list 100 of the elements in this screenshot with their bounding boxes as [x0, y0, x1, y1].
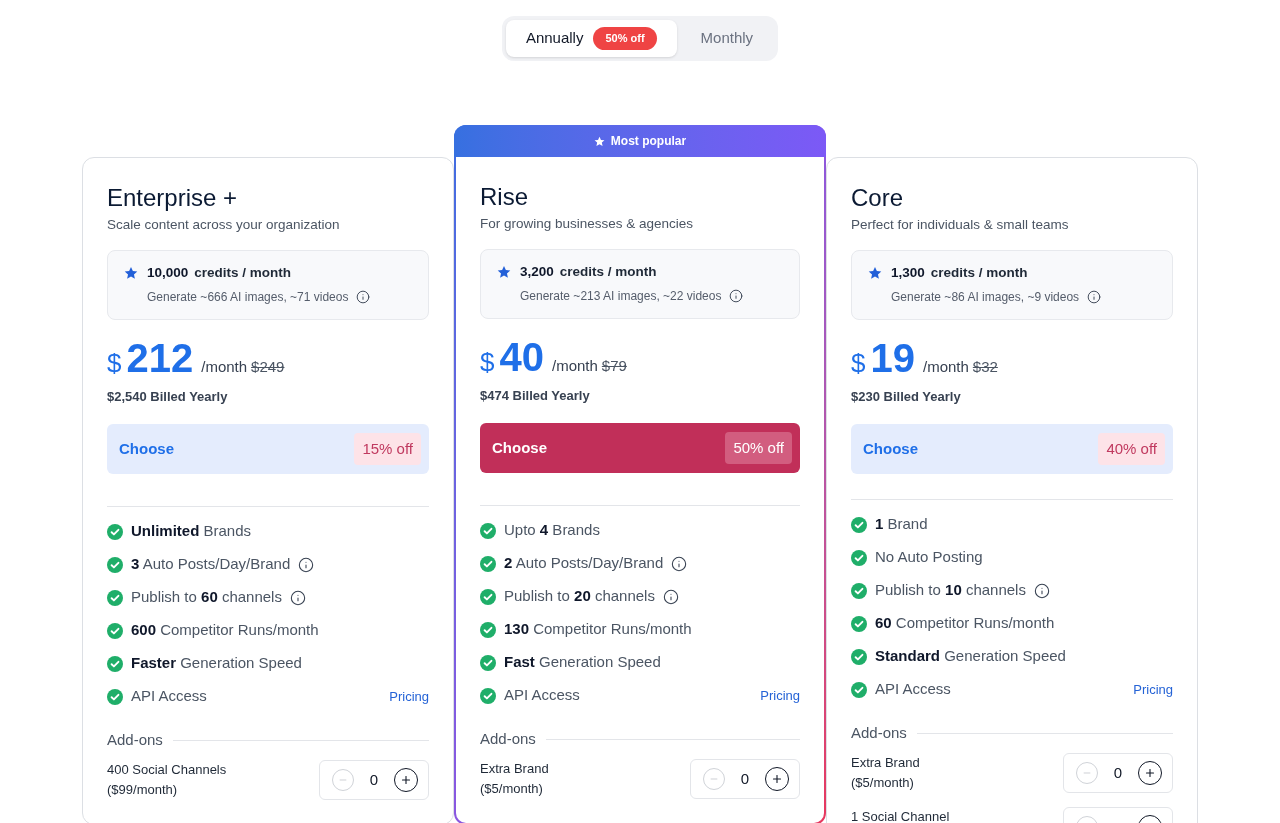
check-icon [107, 688, 123, 705]
quantity-value: 0 [368, 769, 380, 790]
credits-detail: Generate ~666 AI images, ~71 videos [147, 289, 349, 306]
star-icon [497, 265, 511, 279]
check-icon [851, 549, 867, 566]
feature-text: Fast Generation Speed [504, 652, 661, 673]
feature-text: 600 Competitor Runs/month [131, 620, 319, 641]
check-icon [107, 655, 123, 672]
info-icon[interactable] [671, 555, 688, 572]
feature-text: No Auto Posting [875, 547, 983, 568]
pricing-link[interactable]: Pricing [1133, 679, 1173, 700]
feature-text: 130 Competitor Runs/month [504, 619, 692, 640]
feature-text: API Access [875, 679, 951, 700]
addon-name: 1 Social Channel [851, 808, 950, 823]
check-icon [107, 622, 123, 639]
info-icon[interactable] [1033, 582, 1050, 599]
billed-yearly: $2,540 Billed Yearly [107, 388, 229, 406]
plus-icon [1144, 767, 1156, 779]
addons-heading: Add-ons [851, 722, 907, 743]
check-icon [107, 523, 123, 540]
feature-text: API Access [504, 685, 580, 706]
plan-name: Core [851, 183, 905, 213]
original-price: $32 [972, 357, 998, 377]
plus-icon [400, 774, 412, 786]
addon-price: ($5/month) [851, 774, 915, 792]
check-icon [851, 615, 867, 632]
banner-text: Most popular [610, 133, 687, 150]
price-period: /month [551, 356, 598, 376]
original-price: $249 [251, 357, 285, 377]
info-icon[interactable] [729, 289, 744, 303]
star-icon [124, 266, 138, 280]
plan-name: Enterprise + [107, 183, 239, 213]
check-icon [851, 582, 867, 599]
feature-text: Publish to 60 channels [131, 587, 282, 608]
credits-detail: Generate ~86 AI images, ~9 videos [891, 289, 1080, 306]
check-icon [480, 687, 496, 704]
credits-unit: credits / month [930, 263, 1028, 282]
price-period: /month [201, 357, 248, 377]
credits-amount: 3,200 [520, 262, 554, 281]
feature-text: API Access [131, 686, 207, 707]
billed-yearly: $230 Billed Yearly [851, 388, 962, 406]
info-icon[interactable] [662, 588, 679, 605]
choose-button[interactable]: Choose 15% off [107, 424, 429, 474]
plan-name: Rise [480, 182, 529, 212]
feature-text: 1 Brand [875, 514, 928, 535]
feature-text: Upto 4 Brands [504, 520, 600, 541]
info-icon[interactable] [356, 290, 371, 304]
check-icon [480, 588, 496, 605]
check-icon [851, 516, 867, 533]
addon-name: 400 Social Channels [107, 761, 227, 779]
credits-unit: credits / month [559, 262, 657, 281]
plan-tagline: Scale content across your organization [107, 216, 341, 234]
info-icon[interactable] [1087, 290, 1102, 304]
billed-yearly: $474 Billed Yearly [480, 387, 591, 405]
price-amount: 19 [870, 336, 915, 380]
price-amount: 212 [126, 336, 194, 380]
feature-text: 60 Competitor Runs/month [875, 613, 1055, 634]
choose-button[interactable]: Choose 40% off [851, 424, 1173, 474]
price-amount: 40 [499, 335, 544, 379]
price-currency: $ [851, 347, 866, 380]
price-currency: $ [107, 347, 122, 380]
info-icon[interactable] [289, 589, 306, 606]
quantity-value: 0 [1112, 762, 1124, 783]
check-icon [480, 621, 496, 638]
plan-tagline: Perfect for individuals & small teams [851, 216, 1070, 234]
info-icon[interactable] [298, 556, 315, 573]
credits-amount: 1,300 [891, 263, 925, 282]
feature-text: Standard Generation Speed [875, 646, 1066, 667]
billing-tab[interactable]: Annually 50% off [505, 20, 677, 57]
discount-badge: 50% off [725, 432, 792, 464]
addon-name: Extra Brand [851, 754, 920, 772]
feature-text: 2 Auto Posts/Day/Brand [504, 553, 664, 574]
billing-tab[interactable]: Monthly [676, 20, 775, 57]
star-icon [593, 135, 605, 147]
check-icon [107, 589, 123, 606]
feature-text: Unlimited Brands [131, 521, 252, 542]
addon-price: ($5/month) [480, 780, 544, 798]
check-icon [851, 681, 867, 698]
quantity-value: 0 [739, 768, 751, 789]
pricing-link[interactable]: Pricing [760, 685, 800, 706]
discount-badge: 15% off [354, 433, 421, 465]
addons-heading: Add-ons [480, 728, 536, 749]
choose-button[interactable]: Choose 50% off [480, 423, 800, 473]
credits-amount: 10,000 [147, 263, 189, 282]
check-icon [107, 556, 123, 573]
star-icon [868, 266, 882, 280]
credits-detail: Generate ~213 AI images, ~22 videos [520, 288, 722, 305]
pricing-link[interactable]: Pricing [389, 686, 429, 707]
price-period: /month [922, 357, 969, 377]
feature-text: 3 Auto Posts/Day/Brand [131, 554, 291, 575]
discount-badge: 50% off [593, 27, 657, 50]
credits-unit: credits / month [194, 263, 292, 282]
plan-tagline: For growing businesses & agencies [480, 215, 695, 233]
check-icon [851, 648, 867, 665]
addons-heading: Add-ons [107, 729, 163, 750]
addon-name: Extra Brand [480, 760, 549, 778]
check-icon [480, 654, 496, 671]
plus-icon [771, 773, 783, 785]
check-icon [480, 555, 496, 572]
feature-text: Publish to 20 channels [504, 586, 655, 607]
